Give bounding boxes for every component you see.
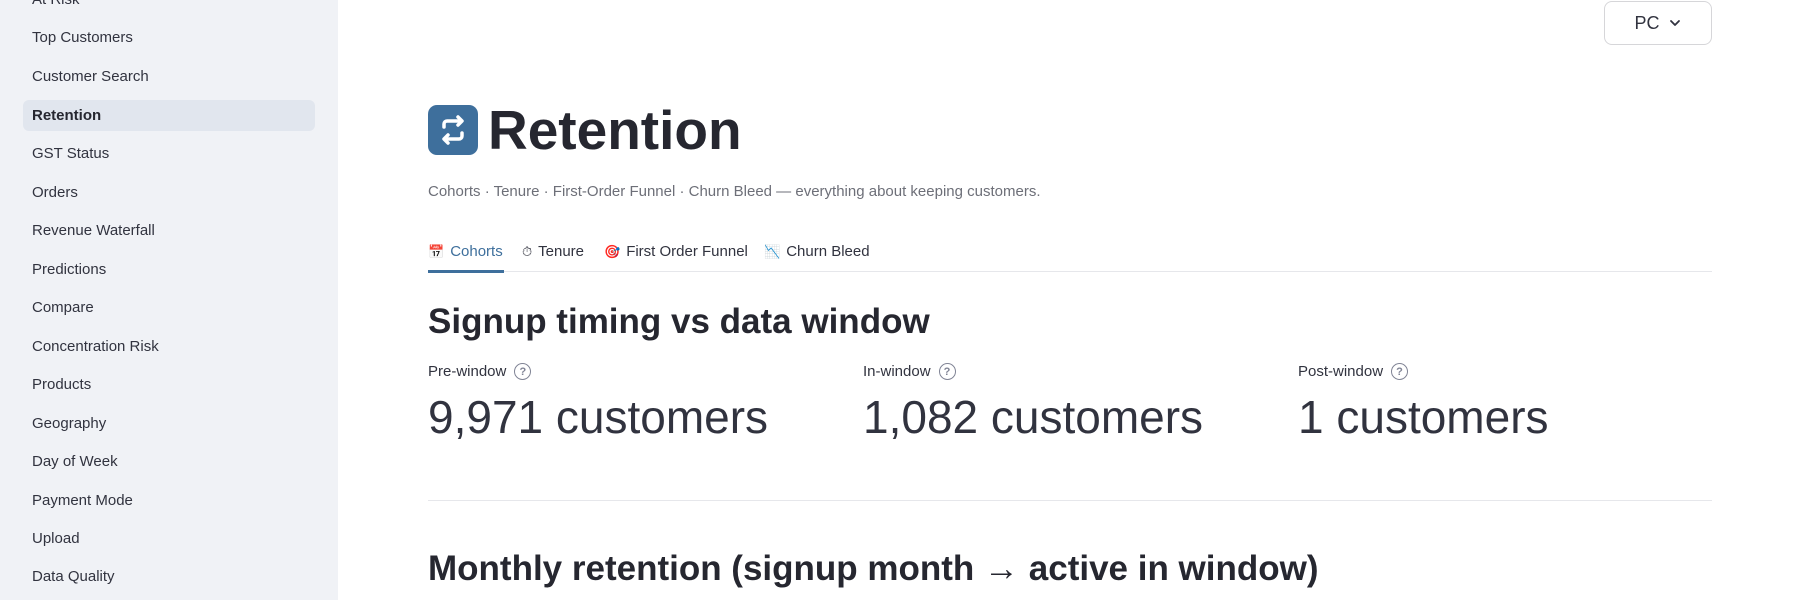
sidebar-item-geography[interactable]: Geography [23,408,315,439]
page-caption: Cohorts · Tenure · First-Order Funnel · … [428,183,1041,200]
page-title: Retention [488,99,742,161]
metric-label-row: Post-window ? [1298,363,1549,380]
sidebar-item-label: Geography [32,415,107,432]
metric-post-window: Post-window ? 1 customers [1298,363,1549,444]
sidebar-item-label: Payment Mode [32,492,133,509]
sidebar-item-label: Predictions [32,261,107,278]
help-icon[interactable]: ? [938,363,956,380]
sidebar-item-customer-search[interactable]: Customer Search [23,61,315,92]
tab-first-order-funnel[interactable]: 🎯 First Order Funnel [604,230,748,272]
metric-label: Post-window [1298,363,1384,380]
sidebar-item-retention[interactable]: Retention [23,100,315,131]
metric-in-window: In-window ? 1,082 customers [863,363,1203,444]
section-heading-signup-timing: Signup timing vs data window [428,302,930,341]
sidebar-item-label: Revenue Waterfall [32,222,155,239]
section-heading-monthly-retention: Monthly retention (signup month → active… [428,549,1319,588]
calendar-icon: 📅 [428,243,445,259]
help-icon[interactable]: ? [514,363,532,380]
pc-selector[interactable]: PC [1604,1,1712,45]
sidebar-item-orders[interactable]: Orders [23,177,315,208]
sidebar-item-label: Orders [32,184,78,201]
sidebar-item-upload[interactable]: Upload [23,523,315,554]
sidebar-item-label: Top Customers [32,29,133,46]
sidebar-item-label: GST Status [32,145,110,162]
chevron-down-icon [1669,20,1680,26]
sidebar-item-revenue-waterfall[interactable]: Revenue Waterfall [23,215,315,246]
sidebar-item-label: Retention [32,107,102,124]
tab-churn-bleed[interactable]: 📉 Churn Bleed [764,230,870,272]
stopwatch-icon: ⏱ [522,243,533,259]
sidebar-item-label: Concentration Risk [32,338,159,355]
tab-cohorts[interactable]: 📅 Cohorts [428,230,504,273]
section-divider [428,500,1712,501]
sidebar-item-at-risk[interactable]: At Risk [23,0,315,15]
sidebar-item-predictions[interactable]: Predictions [23,254,315,285]
metric-value: 9,971 customers [428,391,769,443]
sidebar-item-day-of-week[interactable]: Day of Week [23,446,315,477]
tab-bar: 📅 Cohorts ⏱ Tenure 🎯 First Order Funnel … [428,230,1712,273]
metric-label-row: In-window ? [863,363,1203,380]
sidebar-item-label: Products [32,376,92,393]
sidebar-item-top-customers[interactable]: Top Customers [23,22,315,53]
target-icon: 🎯 [604,243,621,259]
metric-value: 1,082 customers [863,391,1204,443]
tab-label: Churn Bleed [786,242,870,260]
metric-label: Pre-window [428,363,507,380]
tab-label: Tenure [538,242,585,260]
page-title-row: Retention [428,98,742,162]
repeat-icon [428,105,478,155]
sidebar-item-gst-status[interactable]: GST Status [23,138,315,169]
tab-label: Cohorts [450,242,503,260]
sidebar-item-data-quality[interactable]: Data Quality [23,561,315,592]
sidebar-item-label: At Risk [32,0,80,8]
sidebar-item-payment-mode[interactable]: Payment Mode [23,485,315,516]
metric-pre-window: Pre-window ? 9,971 customers [428,363,768,444]
pc-selector-value: PC [1634,12,1660,33]
sidebar-item-compare[interactable]: Compare [23,292,315,323]
sidebar-item-label: Customer Search [32,68,149,85]
sidebar-item-label: Day of Week [32,453,118,470]
metric-label: In-window [863,363,931,380]
metric-label-row: Pre-window ? [428,363,768,380]
sidebar-item-label: Compare [32,299,94,316]
sidebar-item-label: Data Quality [32,568,115,585]
help-icon[interactable]: ? [1391,363,1409,380]
sidebar-item-concentration-risk[interactable]: Concentration Risk [23,331,315,362]
chart-down-icon: 📉 [764,243,781,259]
tab-label: First Order Funnel [626,242,748,260]
tab-tenure[interactable]: ⏱ Tenure [522,230,584,272]
metric-value: 1 customers [1298,391,1549,443]
sidebar-item-products[interactable]: Products [23,369,315,400]
sidebar-item-label: Upload [32,530,80,547]
sidebar: At Risk Top Customers Customer Search Re… [0,0,338,600]
